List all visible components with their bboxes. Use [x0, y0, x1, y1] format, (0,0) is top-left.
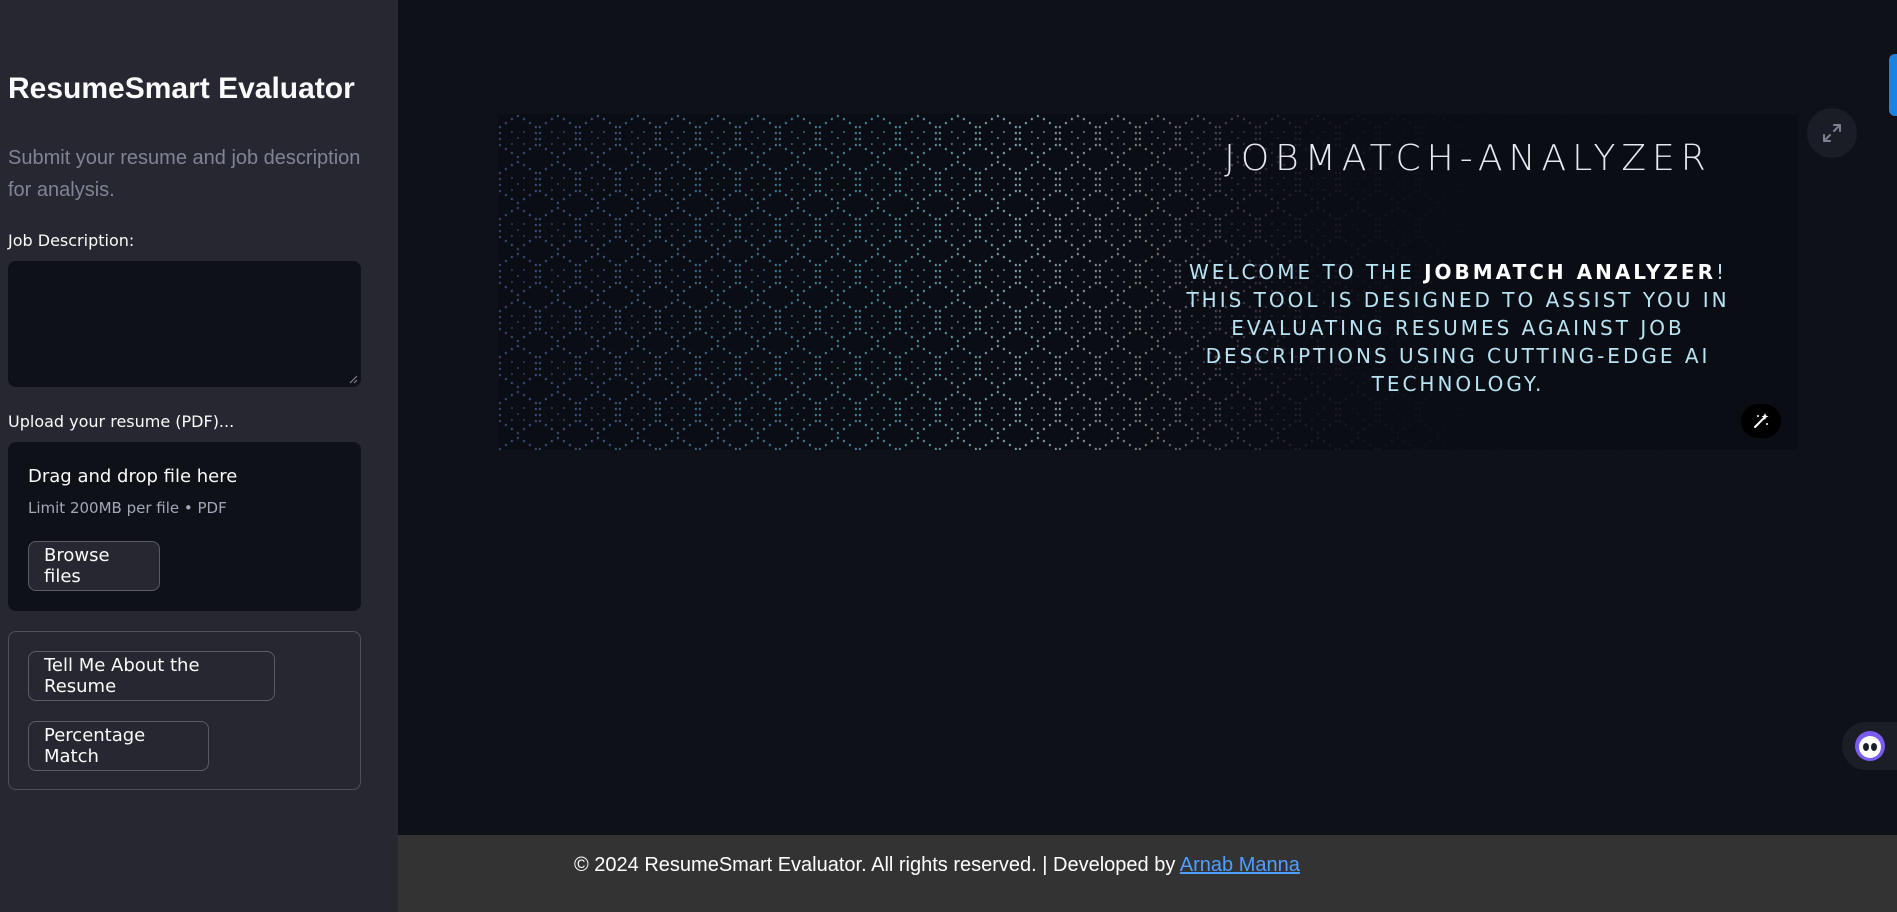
- browse-files-button[interactable]: Browse files: [28, 541, 160, 591]
- expand-icon[interactable]: [1807, 108, 1857, 158]
- assistant-icon[interactable]: [1842, 722, 1897, 770]
- app-root: ResumeSmart Evaluator Submit your resume…: [0, 0, 1897, 912]
- job-description-input[interactable]: [8, 261, 361, 387]
- job-description-label: Job Description:: [8, 231, 135, 250]
- percentage-match-button[interactable]: Percentage Match: [28, 721, 209, 771]
- footer-text: © 2024 ResumeSmart Evaluator. All rights…: [574, 854, 1300, 877]
- file-dropzone[interactable]: Drag and drop file here Limit 200MB per …: [8, 442, 361, 611]
- banner-body-bold: JOBMATCH ANALYZER: [1424, 260, 1716, 284]
- banner-title: JOBMATCH-ANALYZER: [1224, 138, 1712, 179]
- sidebar-title: ResumeSmart Evaluator: [8, 72, 355, 105]
- resize-grip-icon[interactable]: [349, 375, 358, 384]
- actions-container: Tell Me About the Resume Percentage Matc…: [8, 631, 361, 790]
- footer-copyright: © 2024 ResumeSmart Evaluator. All rights…: [574, 854, 1180, 876]
- tell-me-about-resume-button[interactable]: Tell Me About the Resume: [28, 651, 275, 701]
- banner-image: JOBMATCH-ANALYZER WELCOME TO THE JOBMATC…: [498, 114, 1798, 450]
- banner-body-prefix: WELCOME TO THE: [1188, 260, 1425, 284]
- sidebar: ResumeSmart Evaluator Submit your resume…: [0, 0, 398, 912]
- magic-wand-icon[interactable]: [1741, 404, 1781, 438]
- upload-label: Upload your resume (PDF)...: [8, 412, 235, 431]
- developer-link[interactable]: Arnab Manna: [1180, 854, 1300, 876]
- dropzone-limit: Limit 200MB per file • PDF: [28, 499, 227, 517]
- right-edge-tab[interactable]: [1889, 54, 1897, 116]
- banner-body: WELCOME TO THE JOBMATCH ANALYZER! THIS T…: [1168, 258, 1748, 398]
- dropzone-title: Drag and drop file here: [28, 466, 238, 487]
- footer: © 2024 ResumeSmart Evaluator. All rights…: [398, 835, 1897, 912]
- sidebar-subtitle: Submit your resume and job description f…: [8, 147, 361, 201]
